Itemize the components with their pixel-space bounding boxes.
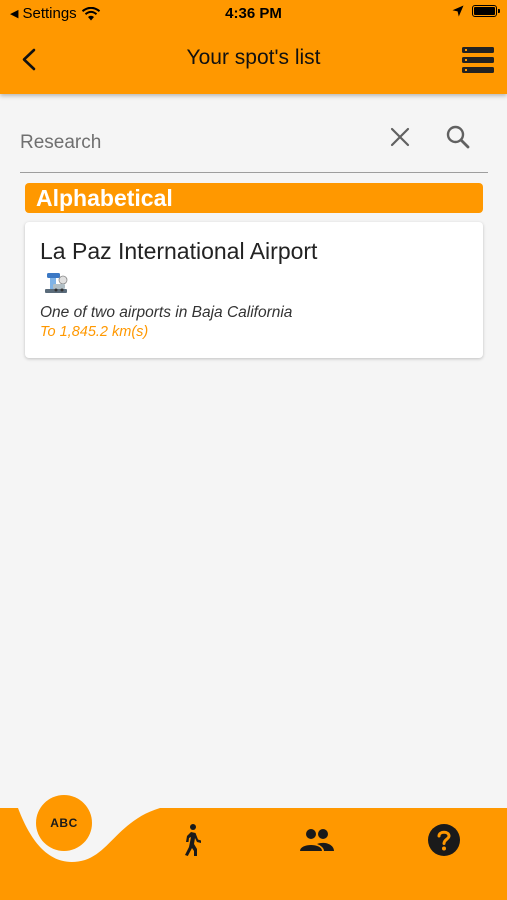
page-title: Your spot's list — [186, 46, 321, 69]
search-icon — [446, 125, 470, 149]
app-header: ◀ Settings 4:36 PM Your spot's list — [0, 0, 507, 94]
status-time: 4:36 PM — [225, 5, 282, 22]
nav-abc-button[interactable]: ABC — [36, 795, 92, 851]
walking-person-icon — [185, 824, 201, 856]
spot-title: La Paz International Airport — [40, 238, 318, 264]
airport-icon — [42, 270, 70, 296]
location-arrow-icon — [452, 5, 464, 17]
search-input[interactable] — [20, 123, 360, 163]
battery-level — [474, 7, 495, 15]
status-indicators — [452, 5, 500, 17]
menu-button[interactable] — [461, 45, 495, 75]
clear-search-button[interactable] — [386, 123, 414, 151]
list-item[interactable]: La Paz International Airport One of two … — [25, 222, 483, 358]
close-icon — [390, 127, 410, 147]
abc-icon: ABC — [50, 816, 78, 830]
search-bar — [20, 115, 488, 173]
help-icon — [428, 824, 460, 856]
people-icon — [300, 829, 334, 851]
status-bar: ◀ Settings 4:36 PM — [0, 0, 507, 28]
nav-people-button[interactable] — [298, 822, 334, 858]
battery-icon — [472, 5, 500, 17]
list-menu-icon — [462, 47, 494, 73]
section-header-alphabetical: Alphabetical — [25, 183, 483, 213]
spot-description: One of two airports in Baja California — [40, 304, 293, 321]
spot-distance: To 1,845.2 km(s) — [40, 324, 149, 340]
nav-help-button[interactable] — [426, 822, 462, 858]
search-button[interactable] — [444, 123, 472, 151]
nav-walk-button[interactable] — [174, 822, 210, 858]
